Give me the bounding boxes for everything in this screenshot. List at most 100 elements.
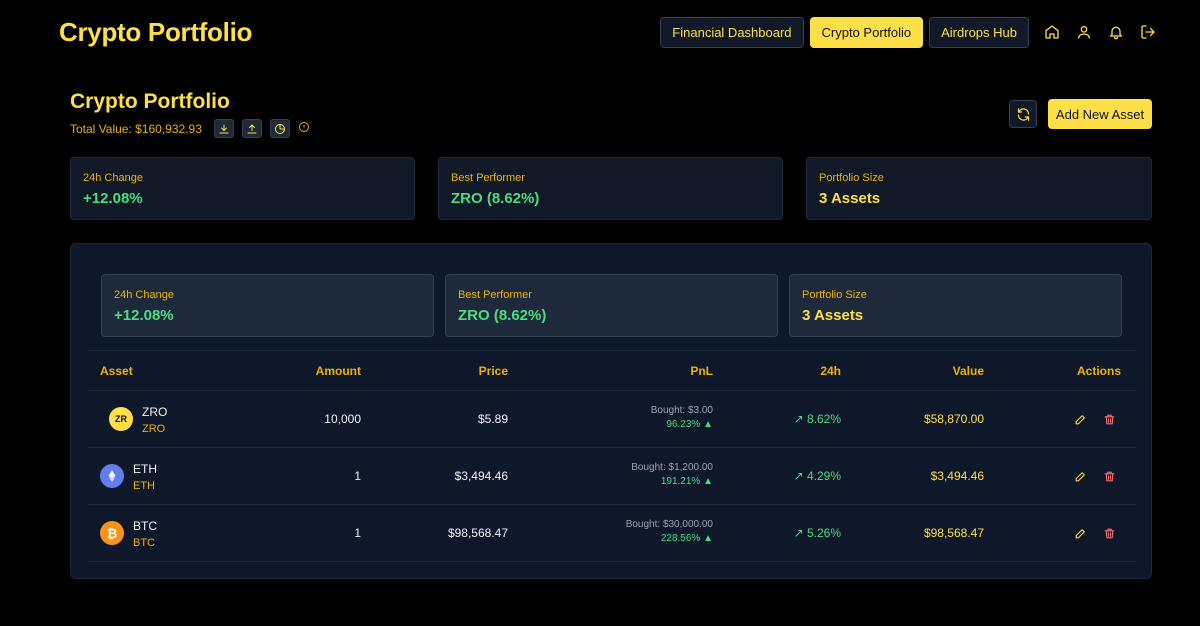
stat-value: ZRO (8.62%) xyxy=(458,307,547,324)
delete-button[interactable] xyxy=(1101,411,1117,427)
top-nav: Financial Dashboard Crypto Portfolio Air… xyxy=(660,17,1029,48)
stat-value: ZRO (8.62%) xyxy=(451,190,540,207)
asset-name: ZRO xyxy=(142,405,168,419)
column-header-pnl[interactable]: PnL xyxy=(613,364,713,378)
bell-icon[interactable] xyxy=(1107,23,1125,41)
nav-airdrops-hub[interactable]: Airdrops Hub xyxy=(929,17,1029,48)
edit-button[interactable] xyxy=(1072,468,1088,484)
column-header-price[interactable]: Price xyxy=(408,364,508,378)
asset-symbol: ZRO xyxy=(142,423,166,435)
trending-up-icon: ↗ xyxy=(793,412,804,426)
table-row: ₿ BTC BTC 1 $98,568.47 Bought: $30,000.0… xyxy=(88,505,1136,562)
nav-crypto-portfolio[interactable]: Crypto Portfolio xyxy=(809,17,924,48)
assets-table: Asset Amount Price PnL 24h Value Actions… xyxy=(88,350,1136,562)
nav-icons xyxy=(1043,23,1157,41)
stat-label: Best Performer xyxy=(451,172,525,184)
asset-name: ETH xyxy=(133,462,157,476)
edit-button[interactable] xyxy=(1072,525,1088,541)
pie-chart-icon xyxy=(274,123,285,134)
stat-value: 3 Assets xyxy=(819,190,881,207)
app-title: Crypto Portfolio xyxy=(59,17,253,47)
trending-up-icon: ↗ xyxy=(793,526,804,540)
column-header-value[interactable]: Value xyxy=(884,364,984,378)
column-header-24h[interactable]: 24h xyxy=(741,364,841,378)
upload-icon xyxy=(247,124,257,133)
trash-icon xyxy=(1104,414,1114,424)
pnl-bought: Bought: $3.00 xyxy=(650,405,713,416)
pnl-bought: Bought: $30,000.00 xyxy=(625,519,713,530)
edit-button[interactable] xyxy=(1072,411,1088,427)
column-header-asset[interactable]: Asset xyxy=(100,364,133,378)
pnl-percent: 96.23% ▲ xyxy=(666,419,713,430)
price-cell: $5.89 xyxy=(477,412,508,426)
btc-icon: ₿ xyxy=(100,521,124,545)
stat-label: Portfolio Size xyxy=(819,172,884,184)
stat-value: +12.08% xyxy=(83,190,143,207)
table-header: Asset Amount Price PnL 24h Value Actions xyxy=(88,350,1136,391)
add-new-asset-button[interactable]: Add New Asset xyxy=(1048,99,1152,129)
user-icon[interactable] xyxy=(1075,23,1093,41)
amount-cell: 10,000 xyxy=(324,412,361,426)
refresh-icon xyxy=(1017,107,1029,121)
panel-stat-card-best-performer: Best Performer ZRO (8.62%) xyxy=(445,274,778,337)
pnl-cell: Bought: $1,200.00 191.21% ▲ xyxy=(593,462,713,487)
stat-label: Best Performer xyxy=(458,289,532,301)
pencil-icon xyxy=(1075,471,1085,481)
asset-cell: BTC BTC xyxy=(133,519,157,549)
eth-icon xyxy=(100,464,124,488)
asset-name: BTC xyxy=(133,519,157,533)
column-header-actions: Actions xyxy=(1076,364,1121,378)
pnl-percent: 228.56% ▲ xyxy=(660,533,713,544)
column-header-amount[interactable]: Amount xyxy=(261,364,361,378)
stat-value: 3 Assets xyxy=(802,307,864,324)
total-value-row: Total Value: $160,932.93 xyxy=(70,119,310,138)
change-24h-value: 5.26% xyxy=(806,526,841,540)
stat-card-24h-change: 24h Change +12.08% xyxy=(70,157,415,220)
download-button[interactable] xyxy=(213,119,234,138)
asset-cell: ZRO ZRO xyxy=(142,405,167,435)
change-24h-cell: ↗ 8.62% xyxy=(741,412,841,426)
panel-stat-card-24h-change: 24h Change +12.08% xyxy=(101,274,434,337)
page-title: Crypto Portfolio xyxy=(70,90,230,113)
nav-financial-dashboard[interactable]: Financial Dashboard xyxy=(660,17,804,48)
stat-value: +12.08% xyxy=(114,307,174,324)
pnl-cell: Bought: $30,000.00 228.56% ▲ xyxy=(593,519,713,544)
pnl-bought: Bought: $1,200.00 xyxy=(631,462,713,473)
table-row: ETH ETH 1 $3,494.46 Bought: $1,200.00 19… xyxy=(88,448,1136,505)
total-value: Total Value: $160,932.93 xyxy=(70,121,202,136)
stat-label: 24h Change xyxy=(114,289,174,301)
change-24h-cell: ↗ 5.26% xyxy=(741,526,841,540)
upload-button[interactable] xyxy=(241,119,262,138)
refresh-button[interactable] xyxy=(1009,100,1037,128)
value-cell: $58,870.00 xyxy=(923,412,984,426)
change-24h-cell: ↗ 4.29% xyxy=(741,469,841,483)
amount-cell: 1 xyxy=(354,526,361,540)
home-icon[interactable] xyxy=(1043,23,1061,41)
stat-card-best-performer: Best Performer ZRO (8.62%) xyxy=(438,157,783,220)
delete-button[interactable] xyxy=(1101,468,1117,484)
download-icon xyxy=(219,124,229,133)
value-cell: $3,494.46 xyxy=(930,469,984,483)
delete-button[interactable] xyxy=(1101,525,1117,541)
pencil-icon xyxy=(1075,414,1085,424)
portfolio-panel: 24h Change +12.08% Best Performer ZRO (8… xyxy=(70,243,1152,579)
stat-label: 24h Change xyxy=(83,172,143,184)
table-row: ZR ZRO ZRO 10,000 $5.89 Bought: $3.00 96… xyxy=(88,391,1136,448)
trash-icon xyxy=(1104,471,1114,481)
change-24h-value: 8.62% xyxy=(806,412,841,426)
pnl-cell: Bought: $3.00 96.23% ▲ xyxy=(593,405,713,430)
stat-card-portfolio-size: Portfolio Size 3 Assets xyxy=(806,157,1152,220)
zro-icon: ZR xyxy=(109,407,133,431)
stat-label: Portfolio Size xyxy=(802,289,867,301)
asset-cell: ETH ETH xyxy=(133,462,157,492)
trash-icon xyxy=(1104,528,1114,538)
logout-icon[interactable] xyxy=(1139,23,1157,41)
asset-symbol: ETH xyxy=(133,480,155,492)
value-cell: $98,568.47 xyxy=(923,526,984,540)
pnl-percent: 191.21% ▲ xyxy=(660,476,713,487)
pie-chart-button[interactable] xyxy=(269,119,290,138)
trending-up-icon: ↗ xyxy=(793,469,804,483)
asset-symbol: BTC xyxy=(133,537,155,549)
info-icon[interactable] xyxy=(298,120,310,138)
pencil-icon xyxy=(1075,528,1085,538)
